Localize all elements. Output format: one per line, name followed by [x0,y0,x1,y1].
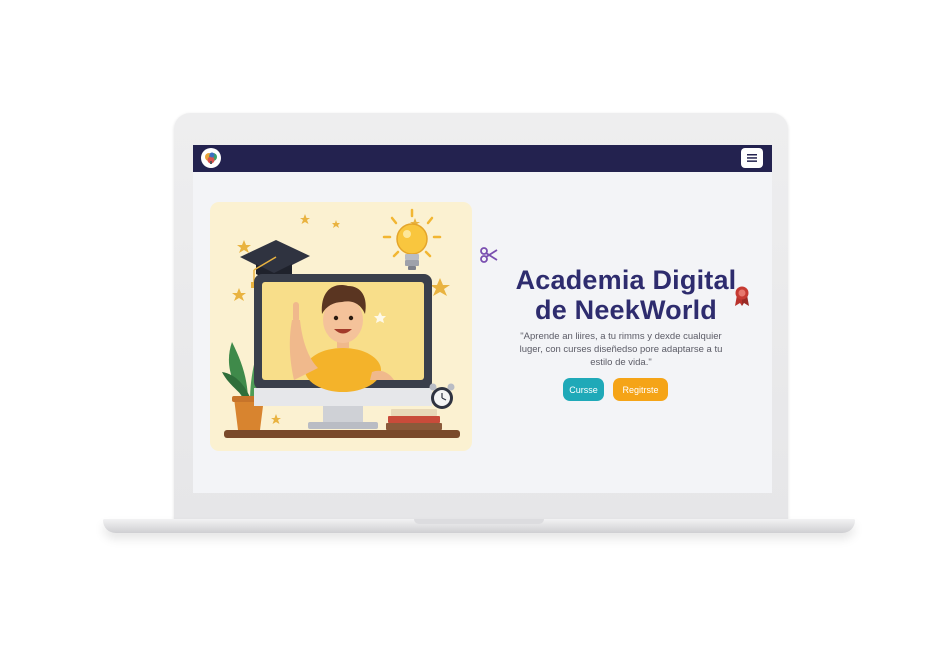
navbar [193,145,772,172]
courses-button[interactable]: Cursse [563,378,604,401]
laptop-base [103,519,855,533]
register-button[interactable]: Regitrste [613,378,668,401]
monitor-icon [254,274,432,429]
site-logo[interactable] [201,148,221,168]
page-subtitle: "Aprende an liires, a tu rimms y dexde c… [519,331,723,368]
laptop-base-notch [414,519,544,524]
menu-button[interactable] [741,148,763,168]
page-title-line1: Academia Digital [515,265,737,295]
laptop-lid: Academia Digital de NeekWorld "Aprende a… [174,113,788,525]
hero-illustration-card [210,202,472,451]
colorful-brain-logo-icon [205,152,217,164]
laptop-screen: Academia Digital de NeekWorld "Aprende a… [193,145,772,493]
books-icon [386,409,442,430]
scissors-icon [480,247,498,263]
hamburger-menu-icon [747,154,757,162]
page-title: Academia Digital de NeekWorld [481,265,771,325]
award-ribbon-icon [735,286,749,306]
page-title-line2: de NeekWorld [535,295,717,325]
lightbulb-icon [382,208,442,270]
boy-at-computer-illustration [222,208,460,438]
alarm-clock-icon [429,383,455,409]
